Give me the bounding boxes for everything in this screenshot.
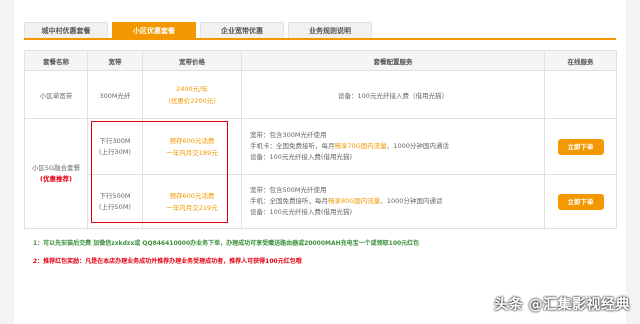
service-text: 手机：全国免费接听，每月 bbox=[250, 197, 328, 205]
right-margin bbox=[626, 0, 640, 324]
online-service-cell: 立即下单 bbox=[544, 118, 617, 175]
group-title: 小区5G融合套餐 bbox=[31, 163, 81, 172]
plan-name: 小区单宽带 bbox=[24, 70, 88, 119]
order-now-button[interactable]: 立即下单 bbox=[557, 138, 604, 155]
plan-services: 设备：100元光纤接入费（借用光猫） bbox=[241, 70, 545, 119]
service-text: 、1000分钟国内通话 bbox=[380, 197, 443, 205]
plan-price: 2400元/年 （优惠价2200元） bbox=[142, 70, 242, 119]
service-line: 手机：全国免费接听，每月畅享80G国内流量、1000分钟国内通话 bbox=[250, 196, 544, 207]
online-service-cell: 立即下单 bbox=[544, 174, 617, 229]
highlight-box bbox=[91, 121, 228, 223]
service-line: 宽带：包含500M光纤使用 bbox=[250, 186, 327, 194]
note-contact: 1：可以先安装后交费 加微信zxkdzx或 QQ846410000办业务下单，办… bbox=[33, 240, 420, 247]
header-services: 套餐配置服务 bbox=[241, 50, 545, 71]
watermark: 头条 @汇集影视经典 bbox=[494, 297, 630, 313]
header-price: 宽带价格 bbox=[142, 50, 242, 71]
order-now-button[interactable]: 立即下单 bbox=[557, 193, 604, 210]
online-service-empty bbox=[544, 70, 617, 119]
left-margin bbox=[0, 0, 14, 324]
plan-services: 宽带：包含300M光纤使用 手机卡：全国免费接听，每月畅享70G国内流量、100… bbox=[241, 118, 545, 175]
table-row: 小区单宽带 300M光纤 2400元/年 （优惠价2200元） 设备：100元光… bbox=[24, 70, 617, 119]
tab-rules[interactable]: 业务规则说明 bbox=[288, 22, 372, 38]
group-name: 小区5G融合套餐 (优惠推荐) bbox=[24, 118, 88, 229]
note-referral: 2：推荐红包奖励：凡是在本店办理业务成功并推荐办理业务受理成功者，推荐人可获得1… bbox=[33, 258, 302, 265]
service-text: 、1000分钟国内通话 bbox=[386, 142, 449, 150]
header-bandwidth: 宽带 bbox=[87, 50, 143, 71]
service-highlight: 畅享80G国内流量 bbox=[328, 197, 381, 205]
service-line: 手机卡：全国免费接听，每月畅享70G国内流量、1000分钟国内通话 bbox=[250, 141, 544, 152]
price-value: 2400元/年 bbox=[176, 84, 208, 93]
tab-enterprise[interactable]: 企业宽带优惠 bbox=[200, 22, 284, 38]
tab-urban-village[interactable]: 城中村优惠套餐 bbox=[24, 22, 108, 38]
plan-speed: 300M光纤 bbox=[87, 70, 143, 119]
table-header-row: 套餐名称 宽带 宽带价格 套餐配置服务 在线服务 bbox=[24, 50, 617, 71]
plan-services: 宽带：包含500M光纤使用 手机：全国免费接听，每月畅享80G国内流量、1000… bbox=[241, 174, 545, 229]
header-online-service: 在线服务 bbox=[544, 50, 617, 71]
tab-bar: 城中村优惠套餐 小区优惠套餐 企业宽带优惠 业务规则说明 bbox=[24, 22, 616, 40]
price-note: （优惠价2200元） bbox=[164, 96, 220, 105]
service-line: 设备：100元光纤接入费(借用光猫) bbox=[250, 208, 352, 216]
header-plan-name: 套餐名称 bbox=[24, 50, 88, 71]
service-line: 设备：100元光纤接入费(借用光猫) bbox=[250, 153, 352, 161]
tab-community[interactable]: 小区优惠套餐 bbox=[112, 22, 196, 38]
page-frame: 城中村优惠套餐 小区优惠套餐 企业宽带优惠 业务规则说明 套餐名称 宽带 宽带价… bbox=[0, 0, 640, 324]
service-line: 宽带：包含300M光纤使用 bbox=[250, 131, 327, 139]
service-text: 手机卡：全国免费接听，每月 bbox=[250, 142, 335, 150]
group-tag: (优惠推荐) bbox=[40, 174, 72, 183]
service-highlight: 畅享70G国内流量 bbox=[334, 142, 387, 150]
